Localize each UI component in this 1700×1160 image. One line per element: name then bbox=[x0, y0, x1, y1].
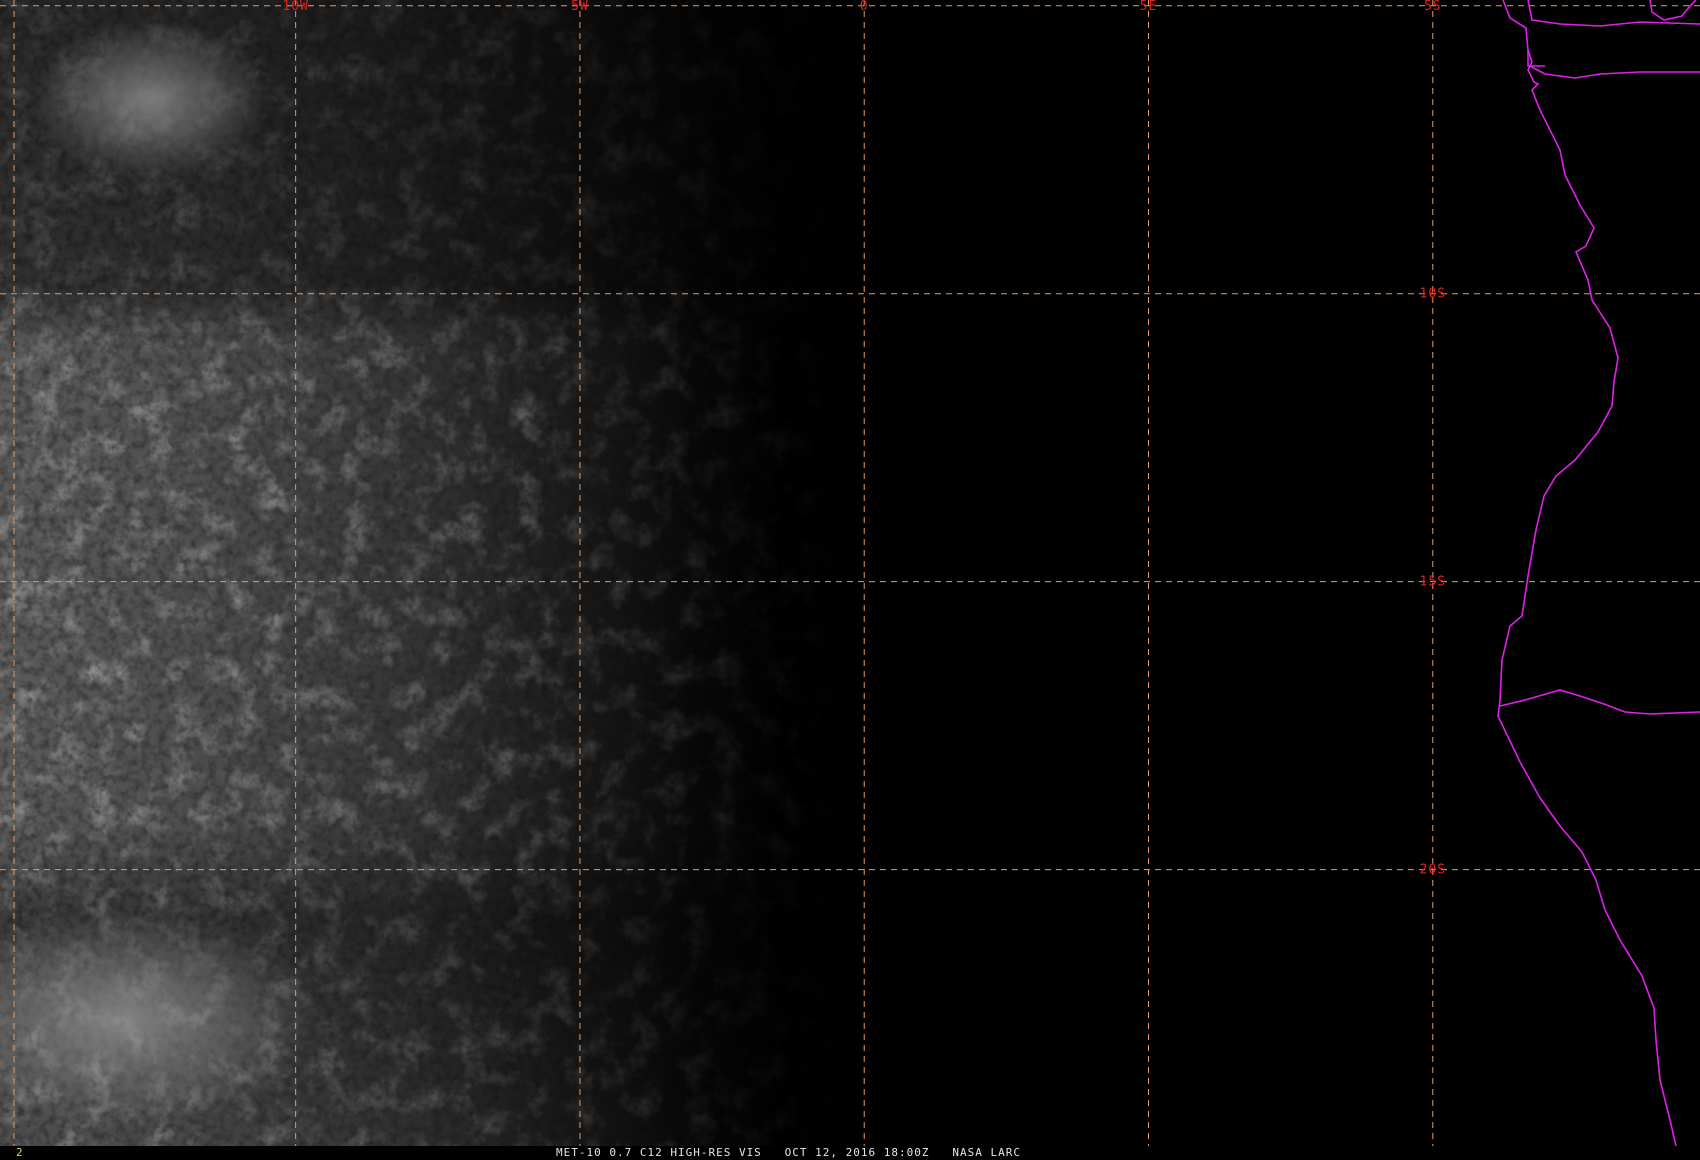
latitude-label: 20S bbox=[1420, 863, 1446, 878]
longitude-label: 10W bbox=[282, 0, 308, 14]
status-bar: 2 MET-10 0.7 C12 HIGH-RES VIS OCT 12, 20… bbox=[0, 1146, 1700, 1160]
bright-cloud-patch bbox=[30, 20, 270, 180]
longitude-label: 0 bbox=[860, 0, 869, 14]
satellite-imagery: 10W 5W 0 5E 5S 10S 15S 20S bbox=[0, 0, 1700, 1146]
satellite-image-viewer: 10W 5W 0 5E 5S 10S 15S 20S 2 MET-10 0.7 C12 HIG… bbox=[0, 0, 1700, 1160]
latitude-label: 15S bbox=[1420, 575, 1446, 590]
longitude-label: 5E bbox=[1140, 0, 1158, 14]
latitude-label: 10S bbox=[1420, 287, 1446, 302]
frame-number: 2 bbox=[16, 1146, 24, 1159]
product-label: MET-10 0.7 C12 HIGH-RES VIS OCT 12, 2016… bbox=[556, 1146, 1021, 1159]
latitude-label: 5S bbox=[1424, 0, 1442, 14]
longitude-label: 5W bbox=[571, 0, 589, 14]
